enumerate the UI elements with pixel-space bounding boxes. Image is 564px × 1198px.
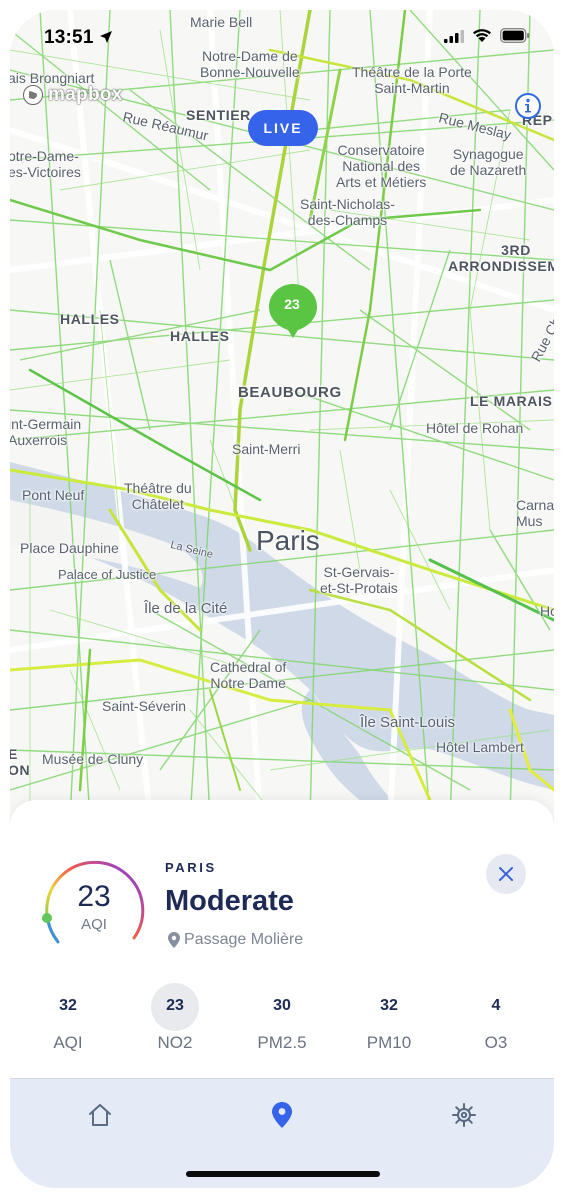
air-quality-map[interactable]: Marie Bell Notre-Dame de Bonne-Nouvelle T… [10, 10, 554, 820]
map-label-sentier: SENTIER [186, 107, 251, 123]
map-label-beaubourg: BEAUBOURG [238, 384, 342, 401]
aqi-gauge-label: AQI [81, 916, 107, 933]
location-arrow-icon [100, 31, 113, 43]
pollutant-list: 32 AQI 23 NO2 30 PM2.5 32 PM10 4 O3 [20, 983, 544, 1063]
map-info-button[interactable] [514, 92, 542, 125]
map-label-paris: Paris [256, 525, 320, 556]
map-pin-icon [272, 1102, 292, 1128]
close-icon [499, 867, 513, 881]
map-label-st-gervais: St-Gervais-et-St-Protais [320, 564, 398, 596]
pollutant-aqi[interactable]: 32 AQI [20, 983, 116, 1063]
air-quality-status: Moderate [165, 885, 294, 917]
info-icon [515, 93, 541, 119]
map-label-le-marais: LE MARAIS [470, 393, 553, 409]
map-label-theatre-chatelet: Théâtre du Châtelet [124, 480, 192, 512]
map-label-saint-nicholas: Saint-Nicholas-des-Champs [300, 196, 395, 228]
pollutant-name: O3 [484, 1033, 508, 1052]
pollutant-pm25[interactable]: 30 PM2.5 [234, 983, 330, 1063]
aqi-gauge-value: 23 [77, 880, 111, 913]
phone-screen: Marie Bell Notre-Dame de Bonne-Nouvelle T… [10, 10, 554, 1188]
map-label-halles-b: HALLES [170, 328, 230, 344]
location-place-label: Passage Molière [184, 931, 304, 948]
pollutant-value: 30 [273, 997, 291, 1014]
map-label-3rd-arrondissement: 3RD ARRONDISSEM [448, 242, 554, 274]
status-icons [444, 28, 530, 43]
map-label-conservatoire: Conservatoire National des Arts et Métiers [336, 142, 427, 190]
gear-icon [452, 1103, 476, 1127]
pollutant-no2[interactable]: 23 NO2 [127, 983, 223, 1063]
pollutant-value: 32 [380, 997, 398, 1014]
map-label-ile-de-la-cite: Île de la Cité [144, 600, 228, 617]
location-detail-sheet: 23 AQI PARIS Moderate Passage Molière 32… [10, 800, 554, 1088]
pollutant-pm10[interactable]: 32 PM10 [341, 983, 437, 1063]
close-button[interactable] [486, 854, 526, 894]
pollutant-value: 23 [166, 997, 184, 1014]
status-time: 13:51 [44, 27, 113, 49]
pollutant-value: 4 [491, 997, 501, 1014]
map-label-ile-saint-louis: Île Saint-Louis [360, 714, 456, 731]
pollutant-name: AQI [53, 1033, 83, 1052]
map-label-place-dauphine: Place Dauphine [20, 540, 119, 556]
wifi-icon [473, 29, 491, 42]
map-label-saint-severin: Saint-Séverin [102, 698, 187, 714]
map-label-notre-dame-victoires: otre-Dame-es-Victoires [10, 148, 81, 180]
mapbox-logo-icon [23, 85, 43, 105]
map-pin-small-icon [168, 932, 180, 948]
tab-bar [10, 1078, 554, 1188]
pollutant-o3[interactable]: 4 O3 [448, 983, 544, 1063]
pollutant-name: PM2.5 [257, 1033, 307, 1052]
cellular-signal-icon [444, 29, 464, 43]
battery-icon [500, 28, 530, 43]
map-label-ho: Ho [540, 603, 554, 619]
mapbox-wordmark: mapbox [48, 84, 123, 105]
status-bar: 13:51 [10, 10, 554, 62]
home-indicator[interactable] [186, 1171, 380, 1177]
mapbox-attribution[interactable]: mapbox [22, 84, 123, 106]
location-city: PARIS [165, 860, 217, 875]
live-badge[interactable]: LIVE [248, 110, 318, 146]
marker-value: 23 [284, 296, 300, 312]
map-label-saint-germain-auxerrois: int-Germain Auxerrois [10, 416, 82, 448]
pollutant-name: PM10 [366, 1033, 412, 1052]
map-label-cathedral-notre-dame: Cathedral of Notre Dame [210, 659, 287, 691]
marker-pin-icon [269, 284, 317, 338]
map-label-musee-cluny: Musée de Cluny [42, 751, 144, 767]
map-label-synagogue: Synagogue de Nazareth [450, 146, 527, 178]
home-icon [89, 1104, 111, 1126]
map-label-hotel-lambert: Hôtel Lambert [436, 739, 524, 755]
map-label-hotel-rohan: Hôtel de Rohan [426, 420, 524, 436]
map-label-carnavalet: Carna Mus [516, 497, 554, 529]
map-label-palace-justice: Palace of Justice [58, 567, 157, 582]
pollutant-value: 32 [59, 997, 77, 1014]
location-place: Passage Molière [168, 931, 303, 949]
map-label-halles-a: HALLES [60, 311, 120, 327]
aqi-map-marker[interactable]: 23 [267, 282, 319, 344]
pollutant-name: NO2 [157, 1033, 193, 1052]
map-label-fragment: E ON [10, 746, 31, 778]
map-label-pont-neuf: Pont Neuf [22, 487, 85, 503]
tab-home[interactable] [82, 1097, 118, 1133]
map-label-theatre-porte: Théâtre de la Porte Saint-Martin [352, 64, 472, 96]
map-label-saint-merri: Saint-Merri [232, 441, 301, 457]
tab-settings[interactable] [446, 1097, 482, 1133]
tab-map[interactable] [264, 1097, 300, 1133]
